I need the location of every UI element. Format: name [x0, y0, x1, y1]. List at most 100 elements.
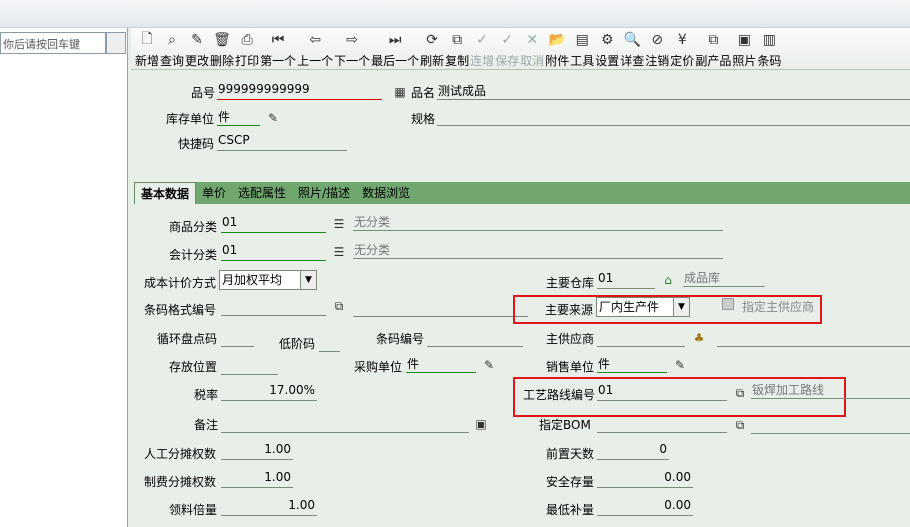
issue-multiple-field[interactable]: 1.00	[221, 498, 317, 516]
tab-2[interactable]: 选配属性	[232, 182, 292, 204]
window-top-strip	[0, 0, 910, 28]
lookup-window-icon[interactable]: ⧉	[732, 417, 748, 433]
lead-days-field[interactable]: 0	[597, 442, 669, 460]
overhead-weight-label: 制费分摊权数	[144, 475, 217, 489]
toolbar-button-8[interactable]: ⏭ 最后一个	[371, 28, 419, 70]
edit-unit-icon[interactable]: ✎	[265, 110, 281, 126]
cost-method-label: 成本计价方式	[144, 276, 217, 290]
barcode-format-field[interactable]	[221, 298, 326, 316]
lookup-window-icon[interactable]: ⧉	[732, 385, 748, 401]
main-source-value: 厂内生产件	[599, 300, 660, 314]
cost-method-select[interactable]: 月加权平均 ▼	[219, 270, 317, 290]
toolbar-button-20[interactable]: ⧉ 副产品	[695, 28, 731, 70]
shortcode-field[interactable]: CSCP	[217, 133, 347, 151]
account-class-label: 会计分类	[169, 248, 218, 262]
remark-label: 备注	[194, 418, 219, 432]
location-label: 存放位置	[169, 360, 218, 374]
toolbar-button-11[interactable]: ✓ 连增	[470, 28, 494, 70]
search-button[interactable]	[106, 32, 126, 54]
main-supplier-field[interactable]	[597, 329, 685, 347]
min-replenish-field[interactable]: 0.00	[597, 498, 693, 516]
toolbar-button-19[interactable]: ¥ 定价	[670, 28, 694, 70]
item-no-field[interactable]: 999999999999	[217, 82, 382, 100]
item-name-field[interactable]: 测试成品	[437, 82, 910, 100]
list-icon[interactable]: ☰	[331, 216, 347, 232]
prev-icon: ⇦	[309, 32, 321, 48]
routing-label: 工艺路线编号	[523, 388, 596, 402]
memo-icon[interactable]: ▣	[473, 416, 489, 432]
toolbar-button-label: 第一个	[260, 54, 297, 68]
toolbar-button-10[interactable]: ⧉ 复制	[445, 28, 469, 70]
low-level-field[interactable]	[319, 334, 340, 352]
product-class-field[interactable]: 01	[221, 215, 326, 233]
account-class-field[interactable]: 01	[221, 243, 326, 261]
unit-field[interactable]: 件	[217, 108, 260, 126]
barcode-format-label: 条码格式编号	[144, 303, 217, 317]
main-source-select[interactable]: 厂内生产件 ▼	[596, 297, 690, 317]
toolbar-button-4[interactable]: ⎙ 打印	[235, 28, 259, 70]
purchase-unit-field[interactable]: 件	[406, 355, 476, 373]
lookup-icon[interactable]: ▦	[392, 84, 408, 100]
overhead-weight-field[interactable]: 1.00	[221, 470, 293, 488]
toolbar-button-label: 新增	[135, 54, 160, 68]
location-field[interactable]	[221, 357, 278, 375]
toolbar-button-label: 查询	[160, 54, 185, 68]
toolbar-button-7[interactable]: ⇨ 下一个	[334, 28, 370, 70]
toolbar-button-18[interactable]: ⊘ 注销	[645, 28, 669, 70]
min-replenish-label: 最低补量	[546, 503, 595, 517]
printer-icon: ⎙	[241, 32, 253, 48]
pencil-icon: ✎	[191, 32, 203, 48]
price-icon: ¥	[677, 32, 687, 48]
toolbar-button-17[interactable]: 🔍 详查	[620, 28, 644, 70]
labor-weight-field[interactable]: 1.00	[221, 442, 293, 460]
toolbar-button-9[interactable]: ⟳ 刷新	[420, 28, 444, 70]
tab-0[interactable]: 基本数据	[134, 182, 197, 204]
toolbar-button-22[interactable]: ▥ 条码	[757, 28, 781, 70]
toolbar-button-15[interactable]: ▤ 工具	[570, 28, 594, 70]
routing-field[interactable]: 01	[597, 383, 727, 401]
copy-icon: ⧉	[452, 32, 463, 48]
toolbar-button-5[interactable]: ⏮ 第一个	[260, 28, 296, 70]
toolbar-button-21[interactable]: ▣ 照片	[732, 28, 756, 70]
spec-field[interactable]	[437, 108, 910, 126]
bom-field[interactable]	[597, 415, 727, 433]
designate-supplier-checkbox[interactable]	[722, 298, 734, 310]
edit-unit-icon[interactable]: ✎	[481, 357, 497, 373]
safety-stock-field[interactable]: 0.00	[597, 470, 693, 488]
tab-4[interactable]: 数据浏览	[356, 182, 416, 204]
list-icon[interactable]: ☰	[331, 244, 347, 260]
issue-multiple-label: 领料倍量	[169, 503, 218, 517]
edit-unit-icon[interactable]: ✎	[672, 357, 688, 373]
toolbar-button-13[interactable]: ✕ 取消	[520, 28, 544, 70]
chevron-down-icon[interactable]: ▼	[673, 298, 689, 316]
toolbar-button-3[interactable]: 🗑 删除	[210, 28, 234, 70]
barcode-format-desc	[353, 299, 528, 317]
barcode-no-field[interactable]	[427, 329, 523, 347]
main-warehouse-field[interactable]: 01	[597, 271, 655, 289]
warehouse-icon[interactable]: ⌂	[660, 272, 676, 288]
lookup-window-icon[interactable]: ⧉	[331, 298, 347, 314]
tab-1[interactable]: 单价	[196, 182, 232, 204]
chevron-down-icon[interactable]: ▼	[300, 271, 316, 289]
cycle-count-field[interactable]	[221, 329, 254, 347]
toolbar-button-14[interactable]: 📂 附件	[545, 28, 569, 70]
supplier-icon[interactable]: ♣	[691, 330, 707, 346]
trash-icon: 🗑	[213, 32, 231, 48]
toolbar-button-16[interactable]: ⚙ 设置	[595, 28, 619, 70]
search-input[interactable]: 你后请按回车键	[0, 32, 106, 54]
toolbar-button-6[interactable]: ⇦ 上一个	[297, 28, 333, 70]
toolbar: 🗋 新增 ⌕ 查询 ✎ 更改 🗑 删除 ⎙ 打印 ⏮ 第一个 ⇦ 上一个 ⇨ 下一个 ⏭ 最后一个 ⟳ 刷新 ⧉ 复制 ✓ 连…	[131, 28, 910, 70]
toolbar-button-0[interactable]: 🗋 新增	[135, 28, 159, 70]
barcode-no-label: 条码编号	[376, 332, 425, 346]
tax-field[interactable]: 17.00%	[221, 383, 317, 401]
barcode-icon: ▥	[762, 32, 776, 48]
toolbar-button-1[interactable]: ⌕ 查询	[160, 28, 184, 70]
toolbar-button-2[interactable]: ✎ 更改	[185, 28, 209, 70]
toolbar-button-12[interactable]: ✓ 保存	[495, 28, 519, 70]
tab-3[interactable]: 照片/描述	[292, 182, 356, 204]
detail-icon: 🔍	[623, 32, 641, 48]
form-area: 品号 999999999999 ▦ 品名 测试成品 库存单位 件 ✎ 规格 快捷…	[131, 70, 910, 527]
remark-field[interactable]	[221, 415, 469, 433]
sales-unit-field[interactable]: 件	[597, 355, 667, 373]
cycle-count-label: 循环盘点码	[157, 332, 218, 346]
